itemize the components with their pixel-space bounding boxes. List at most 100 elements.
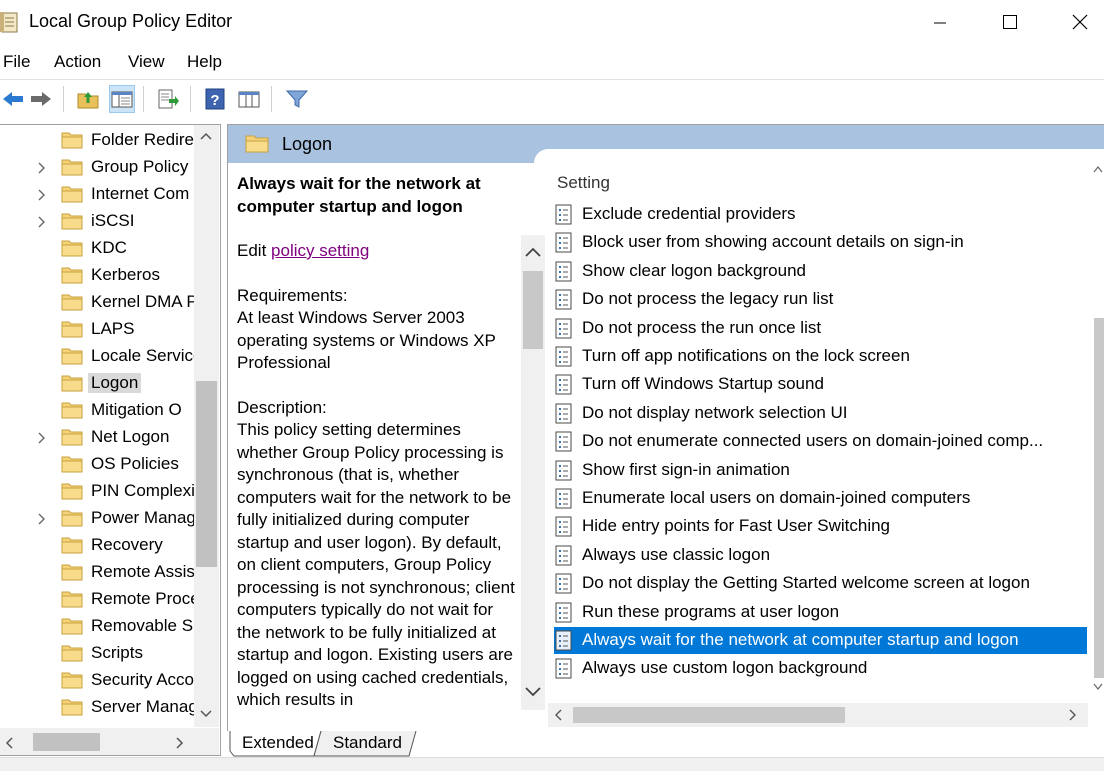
- setting-row[interactable]: Turn off Windows Startup sound: [554, 371, 1087, 398]
- properties-view-button[interactable]: [236, 85, 262, 113]
- tree-item[interactable]: iSCSI: [0, 208, 200, 235]
- settings-scroll-thumb[interactable]: [1094, 318, 1104, 678]
- tree-vertical-scrollbar[interactable]: [194, 125, 219, 727]
- setting-row[interactable]: Do not process the run once list: [554, 315, 1087, 342]
- tree-item[interactable]: Locale Service: [0, 343, 200, 370]
- scroll-up-icon[interactable]: [200, 131, 212, 141]
- show-hide-console-tree-button[interactable]: [109, 85, 135, 113]
- folder-icon: [61, 402, 83, 419]
- console-tree[interactable]: Folder Redire Group Policy Internet Com iSC…: [0, 124, 221, 756]
- menu-view[interactable]: View: [128, 52, 165, 72]
- setting-row[interactable]: Turn off app notifications on the lock s…: [554, 343, 1087, 370]
- maximize-button[interactable]: [975, 0, 1045, 44]
- scroll-down-icon[interactable]: [525, 687, 541, 697]
- setting-row[interactable]: Show clear logon background: [554, 258, 1087, 285]
- setting-row[interactable]: Enumerate local users on domain-joined c…: [554, 485, 1087, 512]
- tree-item[interactable]: Power Manag: [0, 505, 200, 532]
- tab-extended[interactable]: Extended: [242, 731, 314, 757]
- tree-item-label: Internet Com: [91, 184, 190, 203]
- chevron-right-icon[interactable]: [37, 188, 47, 202]
- setting-row[interactable]: Block user from showing account details …: [554, 229, 1087, 256]
- column-header-setting[interactable]: Setting: [557, 173, 610, 193]
- description-scrollbar[interactable]: [521, 235, 545, 710]
- scroll-right-icon[interactable]: [1069, 709, 1077, 721]
- chevron-right-icon[interactable]: [37, 161, 47, 175]
- folder-icon: [61, 186, 83, 203]
- policy-setting-icon: [555, 289, 572, 310]
- expand-toggle[interactable]: [37, 511, 49, 525]
- tree-item[interactable]: Mitigation O: [0, 397, 200, 424]
- setting-row[interactable]: Hide entry points for Fast User Switchin…: [554, 513, 1087, 540]
- scroll-up-icon[interactable]: [525, 247, 541, 257]
- setting-row[interactable]: Do not display network selection UI: [554, 400, 1087, 427]
- scroll-up-icon[interactable]: [1093, 165, 1103, 173]
- setting-row[interactable]: Always use classic logon: [554, 542, 1087, 569]
- setting-row[interactable]: Always wait for the network at computer …: [554, 627, 1087, 654]
- description-scroll-thumb[interactable]: [523, 271, 543, 349]
- tree-item[interactable]: Kernel DMA P: [0, 289, 200, 316]
- tree-hscroll-thumb[interactable]: [33, 733, 100, 751]
- view-tabs: Extended Standard: [229, 731, 1104, 757]
- tree-item[interactable]: Net Logon: [0, 424, 200, 451]
- chevron-right-icon[interactable]: [37, 512, 47, 526]
- policy-icon-wrap: [554, 516, 574, 540]
- export-list-button[interactable]: [155, 85, 181, 113]
- chevron-right-icon[interactable]: [37, 215, 47, 229]
- expand-toggle[interactable]: [37, 214, 49, 228]
- setting-row[interactable]: Always use custom logon background: [554, 655, 1087, 682]
- tree-item[interactable]: KDC: [0, 235, 200, 262]
- up-one-level-button[interactable]: [75, 85, 101, 113]
- scroll-down-icon[interactable]: [1093, 683, 1103, 691]
- setting-row[interactable]: Run these programs at user logon: [554, 599, 1087, 626]
- tree-item[interactable]: PIN Complexi: [0, 478, 200, 505]
- folder-icon: [61, 645, 83, 662]
- forward-button[interactable]: [28, 85, 54, 113]
- settings-hscroll-thumb[interactable]: [573, 707, 845, 723]
- setting-row[interactable]: Exclude credential providers: [554, 201, 1087, 228]
- scroll-right-icon[interactable]: [175, 737, 185, 749]
- toolbar-separator: [190, 86, 191, 112]
- chevron-right-icon[interactable]: [37, 431, 47, 445]
- setting-row[interactable]: Do not enumerate connected users on doma…: [554, 428, 1087, 455]
- setting-row[interactable]: Do not display the Getting Started welco…: [554, 570, 1087, 597]
- tree-item[interactable]: Kerberos: [0, 262, 200, 289]
- menu-file[interactable]: File: [3, 52, 30, 72]
- edit-policy-link[interactable]: policy setting: [271, 241, 369, 260]
- minimize-button[interactable]: [905, 0, 975, 44]
- tree-item[interactable]: Internet Com: [0, 181, 200, 208]
- tab-standard[interactable]: Standard: [333, 731, 402, 757]
- tree-item[interactable]: OS Policies: [0, 451, 200, 478]
- menu-action[interactable]: Action: [54, 52, 101, 72]
- tree-horizontal-scrollbar[interactable]: [0, 728, 219, 755]
- tree-item[interactable]: Group Policy: [0, 154, 200, 181]
- filter-button[interactable]: [284, 85, 310, 113]
- settings-vertical-scrollbar[interactable]: [1089, 163, 1104, 703]
- scroll-left-icon[interactable]: [554, 709, 562, 721]
- setting-row[interactable]: Do not process the legacy run list: [554, 286, 1087, 313]
- expand-toggle[interactable]: [37, 187, 49, 201]
- tree-item[interactable]: LAPS: [0, 316, 200, 343]
- tree-item[interactable]: Server Manag: [0, 694, 200, 721]
- tree-item[interactable]: Remote Assis: [0, 559, 200, 586]
- scroll-down-icon[interactable]: [200, 709, 212, 719]
- help-button[interactable]: ?: [202, 85, 228, 113]
- expand-toggle[interactable]: [37, 430, 49, 444]
- tree-item-label: Net Logon: [91, 427, 170, 446]
- description-text: This policy setting determines whether G…: [237, 420, 515, 709]
- close-button[interactable]: [1045, 0, 1104, 44]
- tree-item[interactable]: Recovery: [0, 532, 200, 559]
- tree-item[interactable]: Removable S: [0, 613, 200, 640]
- menu-help[interactable]: Help: [187, 52, 222, 72]
- back-button[interactable]: [0, 85, 26, 113]
- tree-item-label: iSCSI: [91, 211, 135, 230]
- tree-item[interactable]: Scripts: [0, 640, 200, 667]
- tree-item[interactable]: Security Acco: [0, 667, 200, 694]
- tree-item[interactable]: Logon: [0, 370, 200, 397]
- tree-item[interactable]: Folder Redire: [0, 127, 200, 154]
- scroll-left-icon[interactable]: [4, 737, 14, 749]
- tree-item[interactable]: Remote Proce: [0, 586, 200, 613]
- expand-toggle[interactable]: [37, 160, 49, 174]
- setting-row[interactable]: Show first sign-in animation: [554, 457, 1087, 484]
- tree-scroll-thumb[interactable]: [196, 381, 217, 567]
- settings-horizontal-scrollbar[interactable]: [548, 703, 1088, 727]
